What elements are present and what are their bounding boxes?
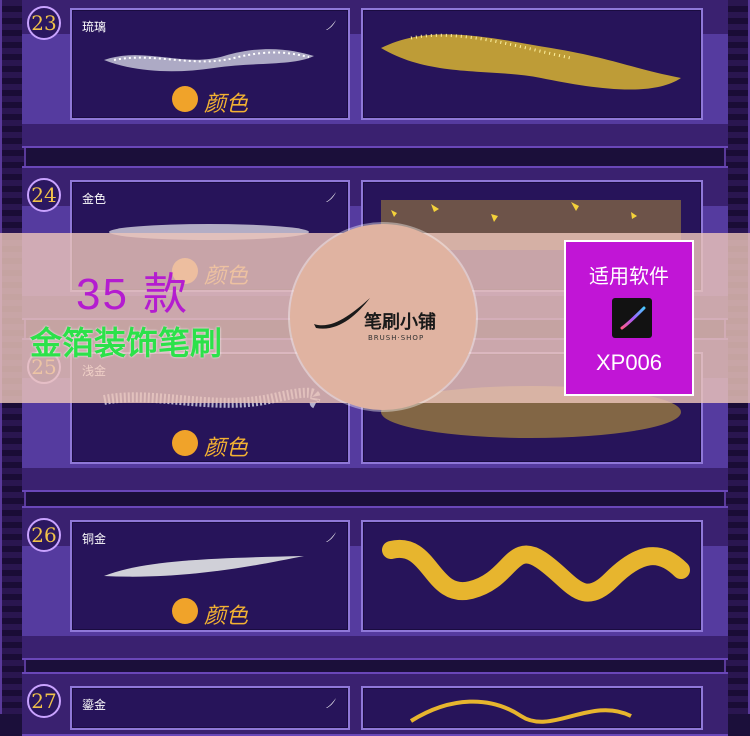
gold-swirl-sample [409,699,632,724]
compatible-software-box: 适用软件 XP006 [564,240,694,396]
silver-glitter-stroke [104,49,314,72]
brush-name: 琉璃 [82,20,107,34]
promo-count: 35 款 [76,270,190,319]
procreate-icon [612,298,652,338]
brush-name: 鎏金 [82,698,107,712]
brush-pen-icon [326,532,336,542]
color-swatch-dot [172,86,198,112]
brush-row-27: 27 鎏金 [22,672,728,736]
color-swatch-dot [172,430,198,456]
procreate-logo-glyph [620,306,646,330]
brush-row-23: 23 琉璃 颜色 [22,0,728,148]
brush-row-26: 26 铜金 颜色 [22,506,728,660]
brush-preview-panel: 琉璃 颜色 [70,8,350,120]
brush-pen-icon [326,20,336,30]
product-code: XP006 [595,350,663,375]
brush-sample-panel [361,520,703,632]
color-label: 颜色 [204,604,249,629]
color-label: 颜色 [204,436,249,461]
logo-text: 笔刷小铺 [364,312,436,333]
brush-sample-panel [361,8,703,120]
compat-title: 适用软件 [589,264,669,288]
brush-name: 金色 [82,192,107,206]
brand-logo: 笔刷小铺 BRUSH·SHOP [290,224,476,410]
brush-name: 铜金 [82,532,107,546]
color-label: 颜色 [204,92,249,117]
color-swatch-dot [172,598,198,624]
brush-pen-icon [326,192,336,202]
gold-glitter-sample [381,33,681,90]
brush-number-badge: 26 [27,518,61,552]
brush-sample-panel [361,686,703,730]
brush-number-badge: 23 [27,6,61,40]
brush-pen-icon [326,698,336,708]
brush-swoosh-icon [314,298,370,329]
brush-number-badge: 24 [27,178,61,212]
logo-subtext: BRUSH·SHOP [368,334,425,342]
gold-zigzag-sample [382,539,690,602]
promo-title: 金箔装饰笔刷 [30,324,223,362]
brush-preview-panel: 鎏金 [70,686,350,730]
brush-preview-panel: 铜金 颜色 [70,520,350,632]
brush-number-badge: 27 [27,684,61,718]
silver-leaf-stroke [104,556,304,577]
